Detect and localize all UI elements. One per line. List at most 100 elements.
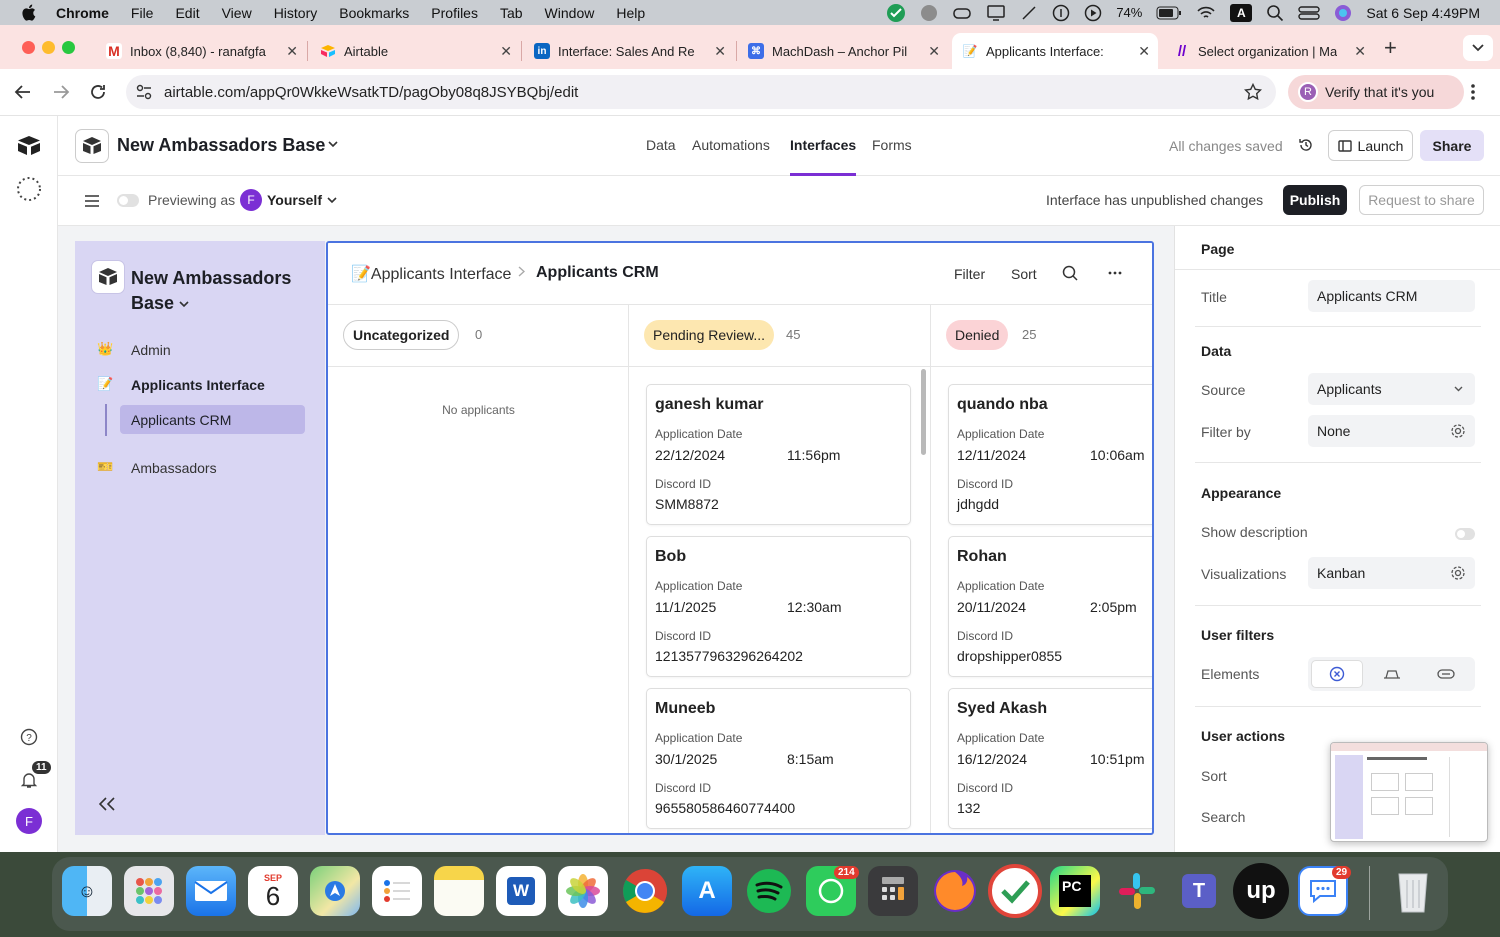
visualizations-field[interactable]: Kanban	[1308, 557, 1475, 589]
show-description-toggle[interactable]	[1455, 528, 1475, 540]
tab-airtable[interactable]: Airtable ✕	[310, 33, 520, 69]
chevron-down-icon[interactable]	[327, 197, 337, 204]
share-button[interactable]: Share	[1420, 130, 1484, 161]
photos-icon[interactable]	[558, 866, 608, 916]
source-select[interactable]: Applicants	[1308, 373, 1475, 405]
close-tab-icon[interactable]: ✕	[1354, 43, 1366, 60]
scrollbar[interactable]	[921, 369, 926, 455]
menu-view[interactable]: View	[222, 5, 252, 21]
minimize-window-button[interactable]	[42, 41, 55, 54]
site-settings-icon[interactable]	[136, 84, 152, 100]
tab-search-button[interactable]	[1463, 35, 1493, 61]
filter-button[interactable]: Filter	[954, 266, 985, 282]
sidebar-item-applicants-crm[interactable]: Applicants CRM	[120, 405, 305, 434]
finder-icon[interactable]: ☺	[62, 866, 112, 916]
tabs-element-icon[interactable]	[1366, 660, 1418, 688]
sidebar-item-ambassadors[interactable]: 🎫 Ambassadors	[97, 459, 307, 479]
record-card[interactable]: Syed Akash Application Date 16/12/2024 1…	[948, 688, 1152, 829]
teams-icon[interactable]: T	[1174, 866, 1224, 916]
column-chip[interactable]: Denied	[946, 320, 1009, 350]
gear-icon[interactable]	[1450, 565, 1466, 581]
display-icon[interactable]	[986, 4, 1006, 22]
close-window-button[interactable]	[22, 41, 35, 54]
record-card[interactable]: Bob Application Date 11/1/2025 12:30am D…	[646, 536, 911, 677]
menu-tab[interactable]: Tab	[500, 5, 523, 21]
nav-automations[interactable]: Automations	[692, 137, 770, 153]
history-icon[interactable]	[1298, 137, 1314, 153]
nav-data[interactable]: Data	[646, 137, 676, 153]
menu-file[interactable]: File	[131, 5, 154, 21]
column-chip[interactable]: Pending Review...	[644, 320, 775, 350]
maps-icon[interactable]	[310, 866, 360, 916]
menu-window[interactable]: Window	[545, 5, 595, 21]
chevron-down-icon[interactable]	[328, 141, 338, 148]
input-source-icon[interactable]: A	[1230, 3, 1253, 22]
title-field[interactable]: Applicants CRM	[1308, 280, 1475, 312]
mail-icon[interactable]	[186, 866, 236, 916]
accessibility-icon[interactable]	[1052, 4, 1070, 22]
siri-icon[interactable]	[1334, 4, 1352, 22]
user-avatar[interactable]: F	[16, 808, 42, 834]
play-icon[interactable]	[1084, 4, 1102, 22]
check-status-icon[interactable]	[886, 3, 906, 23]
notification-bell-icon[interactable]	[20, 771, 38, 789]
clear-filter-icon[interactable]	[1311, 660, 1363, 688]
publish-button[interactable]: Publish	[1283, 185, 1347, 215]
tab-applicants-interface[interactable]: 📝 Applicants Interface: ✕	[952, 33, 1158, 69]
menubar-clock[interactable]: Sat 6 Sep 4:49PM	[1366, 5, 1480, 21]
wifi-icon[interactable]	[1196, 5, 1216, 21]
todo-check-icon[interactable]	[988, 864, 1042, 918]
control-center-icon[interactable]	[1298, 5, 1321, 21]
gear-icon[interactable]	[1450, 423, 1466, 439]
record-card[interactable]: ganesh kumar Application Date 22/12/2024…	[646, 384, 911, 525]
menu-help[interactable]: Help	[616, 5, 645, 21]
back-arrow-icon[interactable]	[14, 83, 32, 101]
word-icon[interactable]: W	[496, 866, 546, 916]
forward-arrow-icon[interactable]	[52, 83, 70, 101]
close-tab-icon[interactable]: ✕	[928, 43, 940, 60]
record-card[interactable]: Muneeb Application Date 30/1/2025 8:15am…	[646, 688, 911, 829]
upwork-icon[interactable]: up	[1233, 863, 1289, 919]
request-to-share-button[interactable]: Request to share	[1359, 185, 1484, 215]
sidebar-item-applicants-interface[interactable]: 📝 Applicants Interface	[97, 376, 307, 396]
chrome-menu-icon[interactable]	[1470, 83, 1476, 101]
close-tab-icon[interactable]: ✕	[286, 43, 298, 60]
grey-circle-icon[interactable]	[920, 4, 938, 22]
menu-edit[interactable]: Edit	[175, 5, 199, 21]
tab-machdash[interactable]: ⌘ MachDash – Anchor Pil ✕	[738, 33, 948, 69]
nav-forms[interactable]: Forms	[872, 137, 912, 153]
calculator-icon[interactable]	[868, 866, 918, 916]
preview-user-name[interactable]: Yourself	[267, 192, 322, 208]
calendar-icon[interactable]: SEP 6	[248, 866, 298, 916]
menu-app-name[interactable]: Chrome	[56, 5, 109, 21]
verify-identity-button[interactable]: R Verify that it's you	[1288, 75, 1464, 109]
breadcrumb-parent[interactable]: 📝Applicants Interface	[351, 264, 511, 284]
chevron-down-icon[interactable]	[179, 301, 189, 308]
reload-icon[interactable]	[89, 83, 107, 101]
preview-toggle[interactable]	[117, 194, 139, 207]
menu-profiles[interactable]: Profiles	[431, 5, 478, 21]
tab-make[interactable]: // Select organization | Ma ✕	[1164, 33, 1374, 69]
launchpad-icon[interactable]	[124, 866, 174, 916]
pycharm-icon[interactable]: PC	[1050, 866, 1100, 916]
collapse-sidebar-icon[interactable]	[99, 797, 115, 811]
menu-bookmarks[interactable]: Bookmarks	[339, 5, 409, 21]
more-options-icon[interactable]	[1108, 271, 1122, 275]
battery-icon[interactable]	[1156, 6, 1182, 20]
spotlight-search-icon[interactable]	[1266, 4, 1284, 22]
tab-gmail[interactable]: M Inbox (8,840) - ranafgfa ✕	[96, 33, 306, 69]
record-card[interactable]: quando nba Application Date 12/11/2024 1…	[948, 384, 1152, 525]
apple-icon[interactable]	[20, 4, 36, 21]
pill-element-icon[interactable]	[1420, 660, 1472, 688]
app-store-icon[interactable]: A	[682, 866, 732, 916]
base-logo-icon[interactable]	[75, 129, 109, 163]
notes-icon[interactable]	[434, 866, 484, 916]
new-tab-icon[interactable]: +	[1384, 35, 1397, 61]
record-card[interactable]: Rohan Application Date 20/11/2024 2:05pm…	[948, 536, 1152, 677]
tab-linkedin[interactable]: in Interface: Sales And Re ✕	[524, 33, 734, 69]
slack-icon[interactable]	[1112, 866, 1162, 916]
airtable-home-icon[interactable]	[16, 134, 42, 158]
close-tab-icon[interactable]: ✕	[714, 43, 726, 60]
reminders-icon[interactable]	[372, 866, 422, 916]
close-tab-icon[interactable]: ✕	[1138, 43, 1150, 60]
